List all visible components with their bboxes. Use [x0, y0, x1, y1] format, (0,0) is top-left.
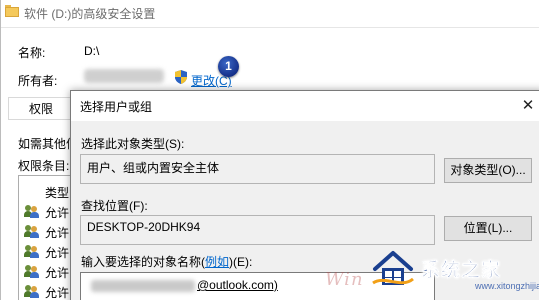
- entry-type: 允许: [45, 246, 70, 260]
- list-item[interactable]: 允许: [19, 261, 75, 281]
- users-icon: [24, 264, 40, 278]
- list-item[interactable]: 允许: [19, 281, 75, 300]
- email-domain: @outlook.com): [197, 278, 278, 292]
- dialog-title: 选择用户或组: [80, 100, 153, 114]
- window-title: 软件 (D:)的高级安全设置: [24, 7, 156, 21]
- step-badge: 1: [218, 56, 239, 77]
- object-names-label: 输入要选择的对象名称(例如)(E):: [81, 253, 252, 270]
- tab-divider: [8, 119, 78, 120]
- entry-type: 允许: [45, 226, 70, 240]
- name-label: 名称:: [18, 46, 46, 60]
- users-icon: [24, 224, 40, 238]
- window-titlebar: 软件 (D:)的高级安全设置: [1, 0, 539, 28]
- name-value: D:\: [84, 44, 100, 58]
- permission-entries-list[interactable]: 类型 允许 允许 允许 允许 允许: [18, 175, 74, 300]
- object-types-button[interactable]: 对象类型(O)...: [444, 158, 532, 183]
- list-item[interactable]: 允许: [19, 241, 75, 261]
- column-header-type[interactable]: 类型: [45, 184, 69, 201]
- location-field: DESKTOP-20DHK94: [80, 215, 435, 245]
- redacted-username: [91, 280, 195, 292]
- locations-button[interactable]: 位置(L)...: [444, 216, 532, 241]
- dialog-titlebar: 选择用户或组 ✕: [71, 91, 539, 121]
- uac-shield-icon: [173, 69, 189, 85]
- watermark-brand-text: 系统之家: [421, 259, 502, 282]
- permission-entries-label: 权限条目:: [18, 159, 70, 173]
- users-icon: [24, 204, 40, 218]
- users-icon: [24, 244, 40, 258]
- list-item[interactable]: 允许: [19, 221, 75, 241]
- owner-label: 所有者:: [18, 74, 58, 88]
- owner-value-redacted: [84, 69, 164, 83]
- object-names-label-prefix: 输入要选择的对象名称(: [81, 255, 205, 269]
- object-type-field: 用户、组或内置安全主体: [80, 154, 435, 184]
- object-type-label: 选择此对象类型(S):: [81, 137, 185, 151]
- tab-permissions[interactable]: 权限: [8, 97, 74, 119]
- entry-type: 允许: [45, 286, 70, 300]
- object-names-label-suffix: )(E):: [229, 255, 253, 269]
- entry-type: 允许: [45, 266, 70, 280]
- site-watermark: Win 系统之家 www.xitongzhijia.net: [325, 243, 539, 300]
- close-icon[interactable]: ✕: [515, 93, 539, 119]
- house-logo-icon: [371, 249, 415, 289]
- list-item[interactable]: 允许: [19, 201, 75, 221]
- more-info-text: 如需其他信: [18, 137, 79, 151]
- watermark-faint-text: Win: [325, 269, 364, 290]
- entry-type: 允许: [45, 206, 70, 220]
- examples-link[interactable]: 例如: [205, 255, 229, 269]
- users-icon: [24, 284, 40, 298]
- folder-icon: [5, 5, 19, 17]
- watermark-url: www.xitongzhijia.net: [475, 281, 539, 291]
- location-label: 查找位置(F):: [81, 199, 148, 213]
